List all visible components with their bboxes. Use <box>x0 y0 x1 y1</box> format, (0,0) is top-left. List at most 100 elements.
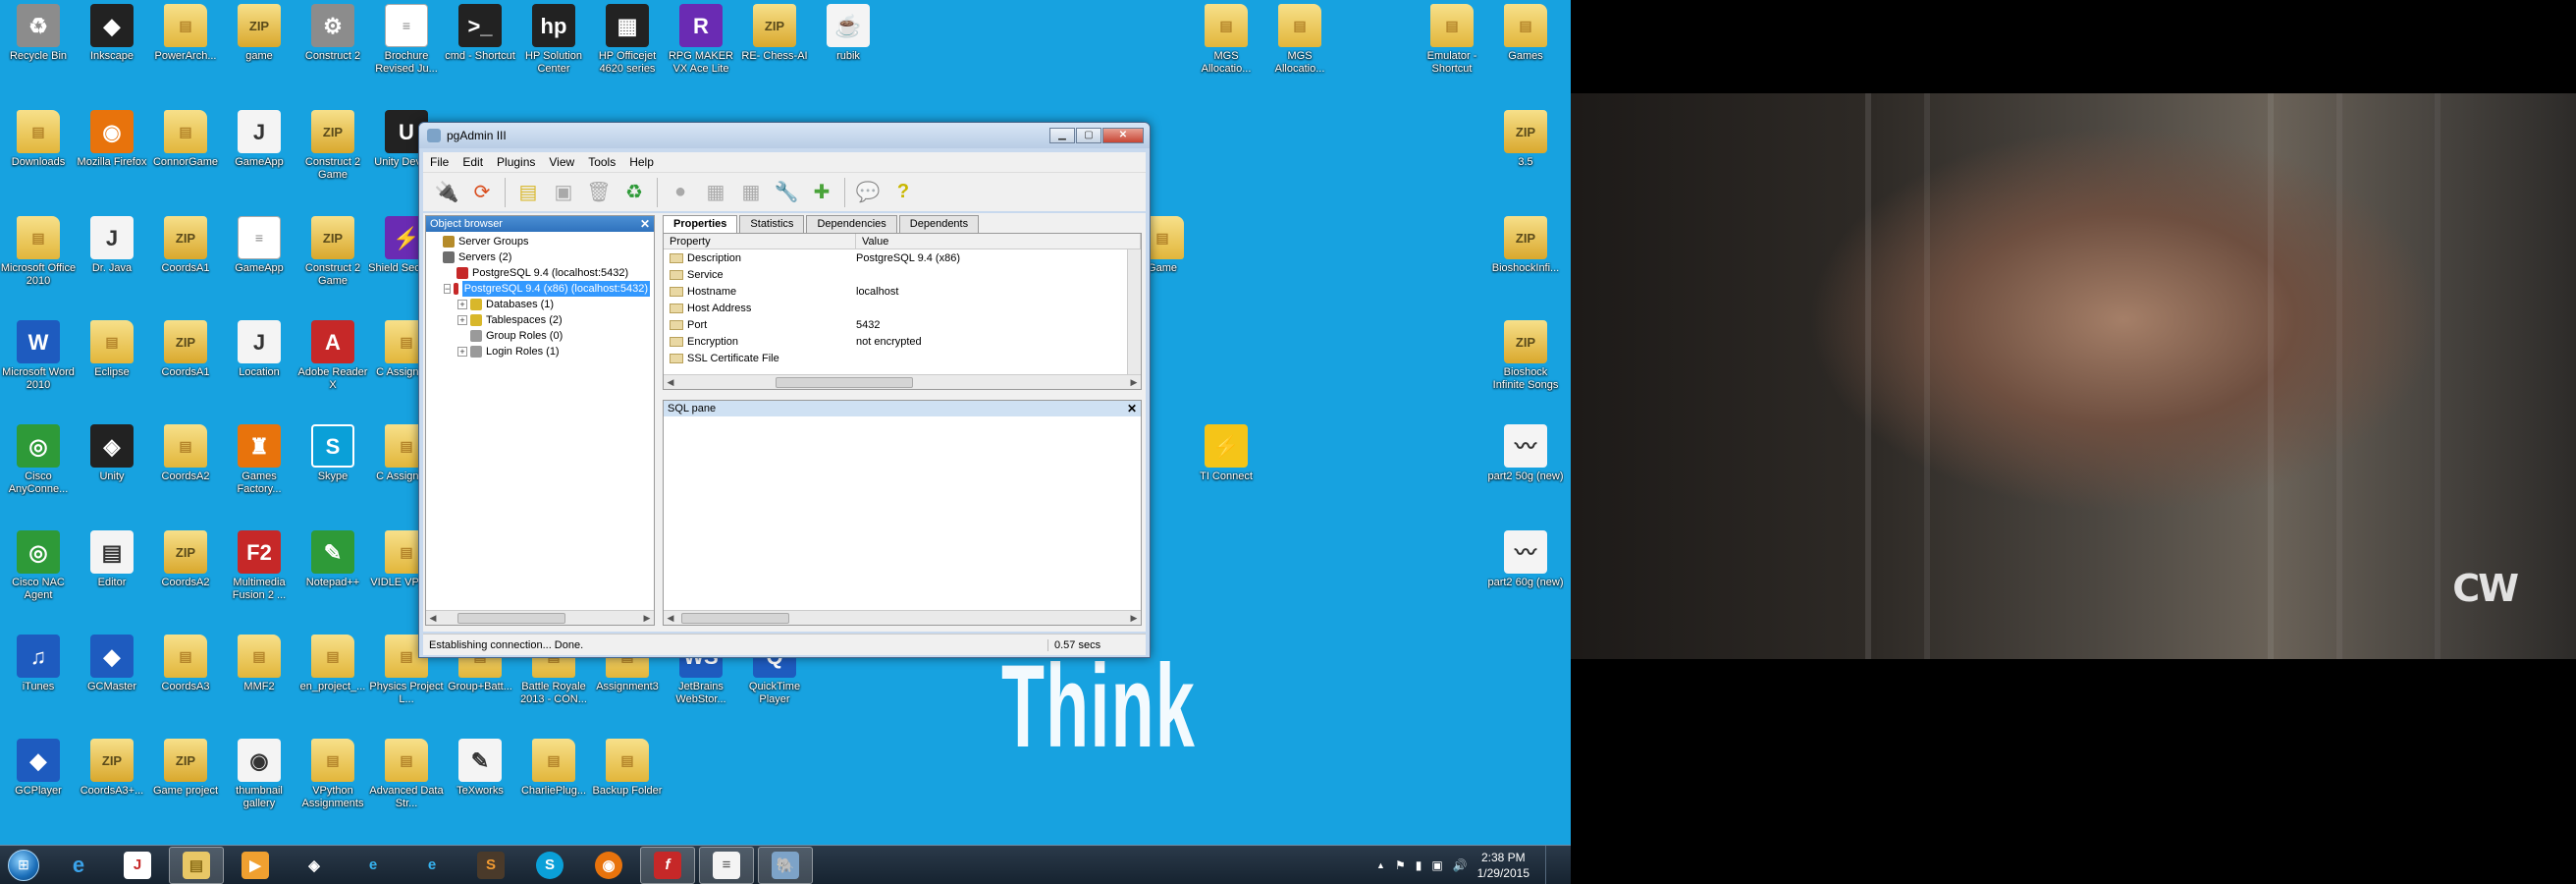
desktop-icon[interactable]: ZIP Construct 2 Game <box>295 216 371 288</box>
scroll-right-icon[interactable]: ▶ <box>1127 613 1141 624</box>
tab-properties[interactable]: Properties <box>663 215 738 233</box>
view-data-icon[interactable]: ▦ <box>700 177 731 208</box>
close-icon[interactable]: ✕ <box>640 217 650 231</box>
tree-node[interactable]: + Databases (1) <box>430 297 650 312</box>
view-filtered-data-icon[interactable]: ▦ <box>735 177 767 208</box>
desktop-icon[interactable]: ZIP RE- Chess-AI <box>736 4 813 63</box>
desktop-icon[interactable]: ▤ Downloads <box>0 110 77 169</box>
document-taskbar-icon[interactable]: ≡ <box>699 846 754 884</box>
scroll-right-icon[interactable]: ▶ <box>640 613 654 624</box>
delete-object-icon[interactable]: 🗑 <box>583 177 615 208</box>
menu-edit[interactable]: Edit <box>456 155 490 169</box>
scroll-thumb[interactable] <box>776 376 913 388</box>
network-icon[interactable]: ▣ <box>1431 858 1442 872</box>
desktop-icon[interactable]: ZIP CoordsA1 <box>147 216 224 275</box>
pgadmin-window[interactable]: pgAdmin III ▁ ▢ ✕ File Edit Plugins View Too… <box>418 122 1151 658</box>
close-icon[interactable]: ✕ <box>1127 402 1137 415</box>
create-object-icon[interactable]: ▣ <box>548 177 579 208</box>
desktop-icon[interactable]: ▤ Editor <box>74 530 150 589</box>
maintenance-wrench-icon[interactable]: 🔧 <box>771 177 802 208</box>
property-row[interactable]: Port 5432 <box>664 316 1141 333</box>
ie-blue-taskbar-icon[interactable]: e <box>346 847 401 884</box>
desktop-icon[interactable]: R RPG MAKER VX Ace Lite <box>663 4 739 76</box>
horizontal-scrollbar[interactable]: ◀ ▶ <box>664 610 1141 625</box>
desktop-icon[interactable]: J Location <box>221 320 297 379</box>
scroll-left-icon[interactable]: ◀ <box>664 377 677 388</box>
desktop-icon[interactable]: ZIP BioshockInfi... <box>1487 216 1564 275</box>
tree-node[interactable]: Group Roles (0) <box>430 328 650 344</box>
minimize-button[interactable]: ▁ <box>1049 128 1075 143</box>
horizontal-scrollbar[interactable]: ◀ ▶ <box>426 610 654 625</box>
hint-icon[interactable]: 💬 <box>852 177 884 208</box>
desktop-icon[interactable]: A Adobe Reader X <box>295 320 371 392</box>
desktop-icon[interactable]: ☕ rubik <box>810 4 886 63</box>
desktop-icon[interactable]: ✎ TeXworks <box>442 739 518 798</box>
media-player-taskbar-icon[interactable]: ▶ <box>228 847 283 884</box>
menu-file[interactable]: File <box>423 155 456 169</box>
desktop-icon[interactable]: ▤ Games <box>1487 4 1564 63</box>
help-question-icon[interactable]: ? <box>887 177 919 208</box>
vacuum-icon[interactable]: ♻ <box>618 177 650 208</box>
java-taskbar-icon[interactable]: J <box>110 847 165 884</box>
plugins-puzzle-icon[interactable]: ✚ <box>806 177 837 208</box>
horizontal-scrollbar[interactable]: ◀ ▶ <box>664 374 1141 389</box>
sql-query-icon[interactable]: ● <box>665 177 696 208</box>
desktop-icon[interactable]: ZIP game <box>221 4 297 63</box>
sublime-taskbar-icon[interactable]: S <box>463 847 518 884</box>
menu-tools[interactable]: Tools <box>581 155 622 169</box>
scroll-left-icon[interactable]: ◀ <box>426 613 440 624</box>
clock[interactable]: 2:38 PM 1/29/2015 <box>1477 850 1530 881</box>
show-hidden-icons-icon[interactable]: ▲ <box>1376 860 1385 870</box>
desktop-icon[interactable]: ◎ Cisco NAC Agent <box>0 530 77 602</box>
menu-help[interactable]: Help <box>622 155 661 169</box>
tree-expander-icon[interactable]: + <box>457 347 467 357</box>
desktop-icon[interactable]: ▤ ConnorGame <box>147 110 224 169</box>
property-row[interactable]: Encryption not encrypted <box>664 333 1141 350</box>
explorer-taskbar-icon[interactable]: ▤ <box>169 846 224 884</box>
desktop-icon[interactable]: ▦ HP Officejet 4620 series <box>589 4 666 76</box>
desktop-icon[interactable]: ZIP Construct 2 Game <box>295 110 371 182</box>
desktop-icon[interactable]: ZIP CoordsA3+... <box>74 739 150 798</box>
desktop-icon[interactable]: ◉ Mozilla Firefox <box>74 110 150 169</box>
desktop-icon[interactable]: J GameApp <box>221 110 297 169</box>
desktop-icon[interactable]: ◆ GCMaster <box>74 635 150 693</box>
close-button[interactable]: ✕ <box>1102 128 1144 143</box>
desktop-icon[interactable]: ZIP Game project <box>147 739 224 798</box>
ie-taskbar-icon[interactable]: e <box>51 847 106 884</box>
desktop-icon[interactable]: ▤ en_project_... <box>295 635 371 693</box>
tab-statistics[interactable]: Statistics <box>739 215 805 233</box>
desktop-icon[interactable]: ≡ GameApp <box>221 216 297 275</box>
desktop-icon[interactable]: ⚡ TI Connect <box>1188 424 1264 483</box>
connect-plug-icon[interactable]: 🔌 <box>431 177 462 208</box>
desktop-icon[interactable]: ZIP CoordsA2 <box>147 530 224 589</box>
scroll-thumb[interactable] <box>457 612 565 624</box>
desktop-icon[interactable]: ZIP 3.5 <box>1487 110 1564 169</box>
pgadmin-taskbar-icon[interactable]: 🐘 <box>758 846 813 884</box>
desktop-icon[interactable]: ♻ Recycle Bin <box>0 4 77 63</box>
scroll-right-icon[interactable]: ▶ <box>1127 377 1141 388</box>
desktop-icon[interactable]: ▤ Backup Folder <box>589 739 666 798</box>
scroll-thumb[interactable] <box>681 612 789 624</box>
desktop-icon[interactable]: W Microsoft Word 2010 <box>0 320 77 392</box>
sql-pane[interactable]: SQL pane ✕ ◀ ▶ <box>663 400 1142 626</box>
tree-node[interactable]: + Login Roles (1) <box>430 344 650 359</box>
scroll-left-icon[interactable]: ◀ <box>664 613 677 624</box>
ie-second-taskbar-icon[interactable]: e <box>404 847 459 884</box>
desktop-icon[interactable]: 〰 part2 60g (new) <box>1487 530 1564 589</box>
value-column-header[interactable]: Value <box>856 234 1141 249</box>
desktop-icon[interactable]: ♫ iTunes <box>0 635 77 693</box>
menu-view[interactable]: View <box>542 155 581 169</box>
desktop-icon[interactable]: 〰 part2 50g (new) <box>1487 424 1564 483</box>
desktop-icon[interactable]: ▤ Advanced Data Str... <box>368 739 445 810</box>
window-titlebar[interactable]: pgAdmin III ▁ ▢ ✕ <box>419 123 1150 148</box>
action-center-flag-icon[interactable]: ⚑ <box>1395 858 1406 872</box>
desktop-icon[interactable]: ▤ Emulator - Shortcut <box>1414 4 1490 76</box>
desktop-icon[interactable]: ZIP Bioshock Infinite Songs <box>1487 320 1564 392</box>
firefox-taskbar-icon[interactable]: ◉ <box>581 847 636 884</box>
skype-taskbar-icon[interactable]: S <box>522 847 577 884</box>
desktop-icon[interactable]: F2 Multimedia Fusion 2 ... <box>221 530 297 602</box>
properties-icon[interactable]: ▤ <box>512 177 544 208</box>
desktop-icon[interactable]: ▤ CoordsA3 <box>147 635 224 693</box>
desktop-icon[interactable]: ◈ Unity <box>74 424 150 483</box>
tree-node[interactable]: − PostgreSQL 9.4 (x86) (localhost:5432) <box>430 281 650 297</box>
